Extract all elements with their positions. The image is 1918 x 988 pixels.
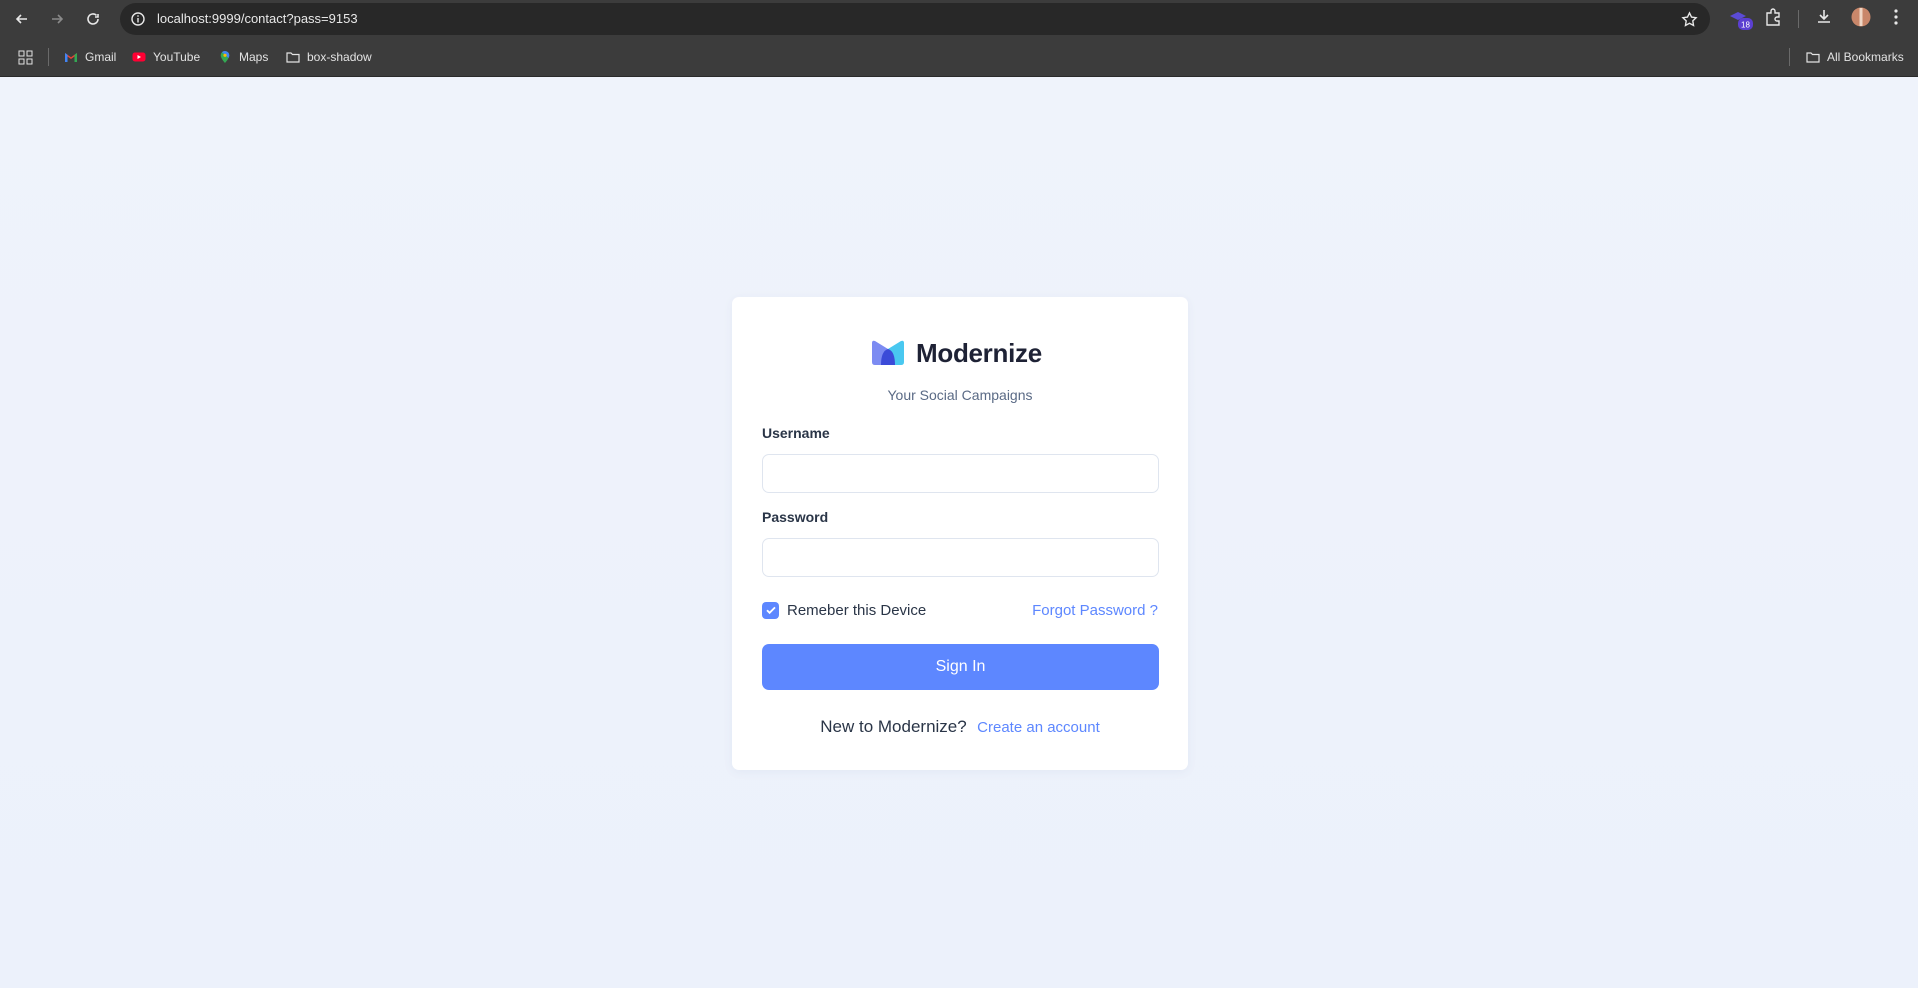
bookmark-label: box-shadow [307,50,372,64]
url-text[interactable]: localhost:9999/contact?pass=9153 [157,11,358,26]
bookmark-star-icon[interactable] [1681,11,1698,28]
forward-icon[interactable] [46,8,68,30]
maps-icon [220,50,230,63]
address-bar[interactable]: localhost:9999/contact?pass=9153 [120,3,1710,35]
bookmark-youtube[interactable]: YouTube [132,48,200,66]
password-input[interactable] [762,538,1159,577]
bookmarks-bar: Gmail YouTube Maps box-shadow All Bookma… [0,38,1918,77]
reload-icon[interactable] [82,8,104,30]
extension-badge: 18 [1741,21,1750,30]
browser-chrome: localhost:9999/contact?pass=9153 18 Gmai… [0,0,1918,77]
all-bookmarks-label: All Bookmarks [1827,50,1904,64]
youtube-icon [132,52,146,62]
profile-avatar-icon[interactable] [1851,7,1871,32]
brand-logo[interactable]: Modernize [870,338,1042,368]
apps-grid-icon[interactable] [18,48,33,66]
username-label: Username [762,425,830,441]
forgot-password-link[interactable]: Forgot Password ? [1032,602,1158,619]
site-info-icon[interactable] [130,11,146,27]
login-card: Modernize Your Social Campaigns Username… [732,297,1188,770]
bookmark-label: YouTube [153,50,201,64]
download-icon[interactable] [1815,8,1833,31]
browser-menu-icon[interactable] [1893,8,1899,31]
gmail-icon [65,53,77,62]
username-input[interactable] [762,454,1159,493]
page-background: Modernize Your Social Campaigns Username… [0,77,1918,988]
bookmark-maps[interactable]: Maps [218,48,268,66]
signup-prompt: New to Modernize? Create an account [732,717,1188,737]
extension-icon[interactable]: 18 [1728,8,1754,37]
bookmark-label: Maps [239,50,269,64]
toolbar-divider [1798,10,1799,28]
bookmark-folder-box-shadow[interactable]: box-shadow [286,48,372,66]
all-bookmarks[interactable]: All Bookmarks [1806,48,1904,66]
folder-icon [1806,52,1820,63]
sign-in-button[interactable]: Sign In [762,644,1159,690]
extensions-puzzle-icon[interactable] [1764,8,1782,31]
browser-toolbar: localhost:9999/contact?pass=9153 18 [0,0,1918,38]
modernize-logo-icon [872,340,904,365]
bookmarks-divider [48,48,49,66]
remember-device[interactable]: Remeber this Device [762,601,926,619]
bookmark-label: Gmail [85,50,117,64]
folder-icon [286,52,300,63]
brand-name: Modernize [916,337,1042,368]
bookmarks-divider [1789,48,1790,66]
remember-checkbox[interactable] [762,601,779,619]
remember-label: Remeber this Device [787,601,927,619]
password-label: Password [762,509,829,525]
check-icon [765,606,776,615]
back-icon[interactable] [11,8,33,30]
create-account-link[interactable]: Create an account [977,719,1100,736]
tagline: Your Social Campaigns [887,387,1033,403]
bookmark-gmail[interactable]: Gmail [64,48,116,66]
new-user-text: New to Modernize? [820,717,967,736]
